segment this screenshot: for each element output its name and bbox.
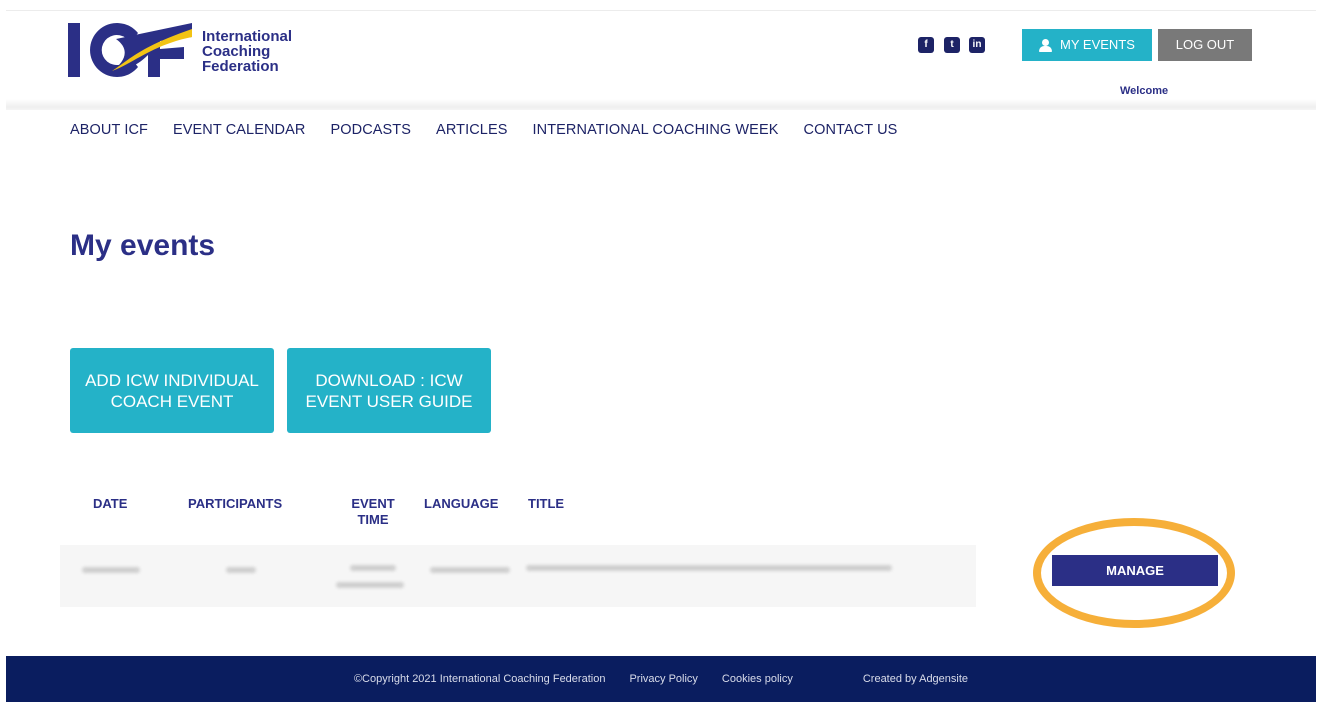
nav-contact-us[interactable]: CONTACT US bbox=[804, 122, 898, 138]
footer-copyright: ©Copyright 2021 International Coaching F… bbox=[353, 673, 606, 685]
site-footer: ©Copyright 2021 International Coaching F… bbox=[6, 656, 1316, 702]
column-header-language: LANGUAGE bbox=[424, 496, 499, 511]
blurred-title bbox=[526, 565, 892, 571]
download-user-guide-button[interactable]: DOWNLOAD : ICW EVENT USER GUIDE bbox=[287, 348, 491, 433]
manage-button[interactable]: MANAGE bbox=[1052, 555, 1218, 586]
logo-line-3: Federation bbox=[202, 58, 279, 75]
add-icw-event-button[interactable]: ADD ICW INDIVIDUAL COACH EVENT bbox=[70, 348, 274, 433]
page-title: My events bbox=[70, 229, 216, 262]
footer-privacy-link[interactable]: Privacy Policy bbox=[629, 673, 697, 685]
linkedin-icon[interactable]: in bbox=[969, 37, 985, 53]
column-header-participants: PARTICIPANTS bbox=[188, 496, 283, 511]
column-header-title: TITLE bbox=[528, 496, 565, 511]
nav-event-calendar[interactable]: EVENT CALENDAR bbox=[173, 122, 305, 138]
main-nav: ABOUT ICF EVENT CALENDAR PODCASTS ARTICL… bbox=[70, 122, 897, 138]
user-icon bbox=[1039, 38, 1053, 52]
table-row bbox=[60, 545, 976, 607]
welcome-text: Welcome bbox=[1120, 85, 1169, 97]
my-events-button[interactable]: MY EVENTS bbox=[1022, 29, 1152, 61]
blurred-date bbox=[82, 567, 140, 573]
site-header: International Coaching Federation f t in… bbox=[6, 10, 1316, 110]
twitter-icon[interactable]: t bbox=[944, 37, 960, 53]
logo-line-2: Coaching bbox=[202, 43, 271, 60]
facebook-icon[interactable]: f bbox=[918, 37, 934, 53]
blurred-language bbox=[430, 567, 510, 573]
footer-created-by-link[interactable]: Created by Adgensite bbox=[863, 673, 968, 685]
blurred-event-time bbox=[350, 565, 396, 571]
column-header-event-time: EVENT TIME bbox=[351, 496, 395, 527]
column-header-date: DATE bbox=[93, 496, 128, 511]
footer-cookies-link[interactable]: Cookies policy bbox=[722, 673, 793, 685]
logo-line-1: International bbox=[202, 28, 293, 45]
nav-about-icf[interactable]: ABOUT ICF bbox=[70, 122, 148, 138]
blurred-participants bbox=[226, 567, 256, 573]
my-events-label: MY EVENTS bbox=[1060, 37, 1135, 52]
logo-wordmark: International Coaching Federation bbox=[202, 29, 292, 74]
nav-international-coaching-week[interactable]: INTERNATIONAL COACHING WEEK bbox=[533, 122, 779, 138]
logout-button[interactable]: LOG OUT bbox=[1158, 29, 1252, 61]
nav-articles[interactable]: ARTICLES bbox=[436, 122, 507, 138]
nav-podcasts[interactable]: PODCASTS bbox=[330, 122, 411, 138]
blurred-event-time bbox=[336, 582, 404, 588]
